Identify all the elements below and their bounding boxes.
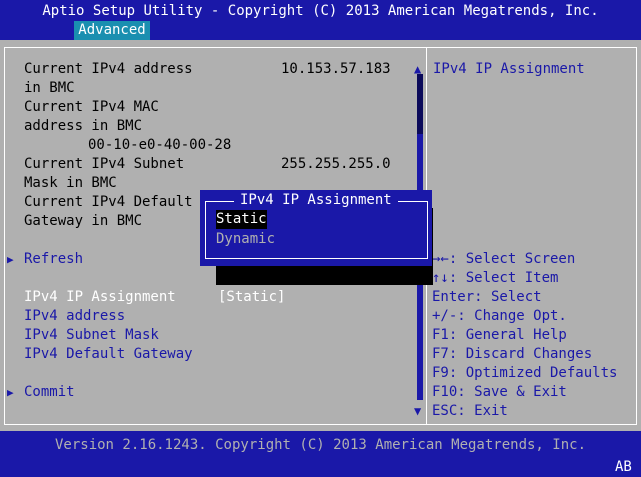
ipv4-address-item[interactable]: IPv4 address xyxy=(24,307,125,326)
refresh-item[interactable]: Refresh xyxy=(24,250,83,269)
popup-title: IPv4 IP Assignment xyxy=(234,191,398,210)
subnet-value: 255.255.255.0 xyxy=(281,156,391,172)
subnet-mask-item[interactable]: IPv4 Subnet Mask xyxy=(24,326,159,345)
mac-label-cont: address in BMC xyxy=(24,118,143,134)
gateway-label-cont: Gateway in BMC xyxy=(24,213,143,229)
help-key-change-opt: +/-: Change Opt. xyxy=(432,308,567,324)
ipv4-address-value: 10.153.57.183 xyxy=(281,61,391,77)
help-key-esc: ESC: Exit xyxy=(432,403,508,419)
commit-arrow-icon: ▶ xyxy=(7,386,14,399)
refresh-arrow-icon: ▶ xyxy=(7,253,14,266)
default-gateway-item[interactable]: IPv4 Default Gateway xyxy=(24,345,193,364)
help-key-f7: F7: Discard Changes xyxy=(432,346,593,362)
gateway-label: Current IPv4 Default xyxy=(24,194,193,210)
scroll-up-icon[interactable]: ▲ xyxy=(414,60,421,79)
mac-label: Current IPv4 MAC xyxy=(24,99,159,115)
scrollbar-thumb[interactable] xyxy=(417,74,423,134)
help-key-f9: F9: Optimized Defaults xyxy=(432,365,618,381)
subnet-label: Current IPv4 Subnet xyxy=(24,156,185,172)
help-key-f1: F1: General Help xyxy=(432,327,567,343)
help-key-select-item: ↑↓: Select Item xyxy=(432,270,559,286)
commit-item[interactable]: Commit xyxy=(24,383,75,402)
help-key-enter: Enter: Select xyxy=(432,289,542,305)
footer-version: Version 2.16.1243. Copyright (C) 2013 Am… xyxy=(54,437,586,453)
help-title: IPv4 IP Assignment xyxy=(433,61,585,77)
ipv4-address-label: Current IPv4 address xyxy=(24,61,193,77)
ip-assignment-value[interactable]: [Static] xyxy=(218,288,285,307)
footer-badge: AB xyxy=(615,459,632,475)
help-key-f10: F10: Save & Exit xyxy=(432,384,567,400)
ipv4-address-label-cont: in BMC xyxy=(24,80,75,96)
mac-value: 00-10-e0-40-00-28 xyxy=(88,137,232,153)
scroll-down-icon[interactable]: ▼ xyxy=(414,402,421,421)
window-title: Aptio Setup Utility - Copyright (C) 2013… xyxy=(42,3,599,19)
help-key-select-screen: →←: Select Screen xyxy=(432,251,576,267)
popup-option-static[interactable]: Static xyxy=(216,210,267,229)
ip-assignment-item[interactable]: IPv4 IP Assignment xyxy=(24,288,176,307)
popup-option-dynamic[interactable]: Dynamic xyxy=(216,230,275,249)
tab-advanced[interactable]: Advanced xyxy=(74,21,150,40)
subnet-label-cont: Mask in BMC xyxy=(24,175,117,191)
